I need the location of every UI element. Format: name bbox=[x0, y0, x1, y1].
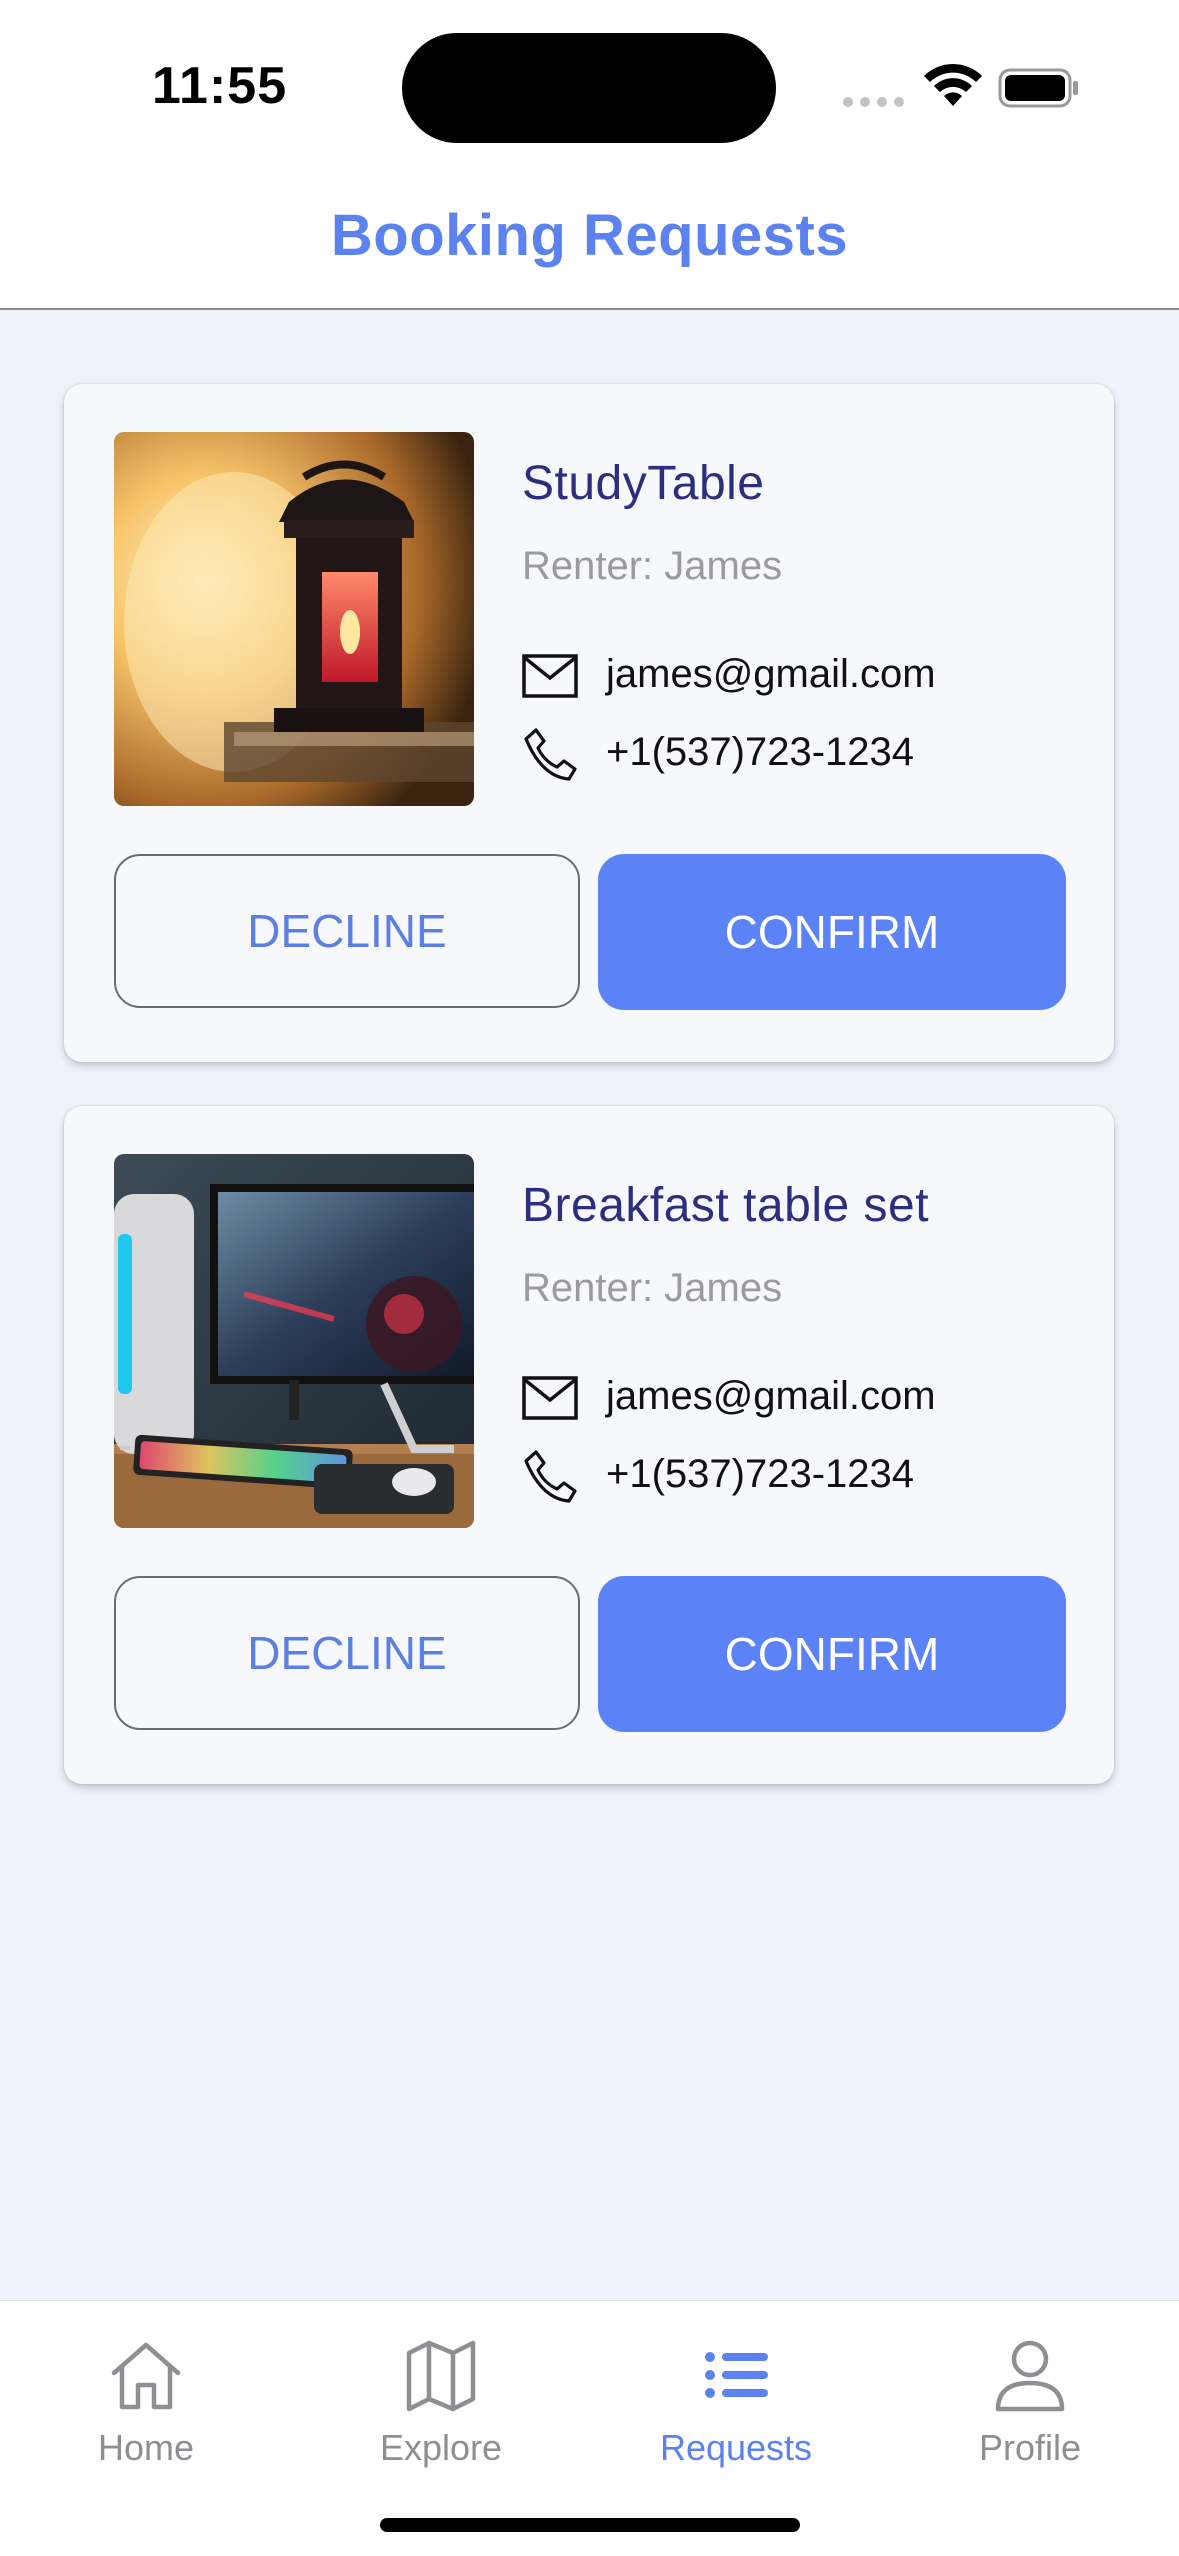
item-name: StudyTable bbox=[522, 457, 765, 510]
page-header: Booking Requests bbox=[0, 170, 1179, 310]
renter-phone[interactable]: +1(537)723-1234 bbox=[606, 1452, 914, 1497]
map-icon bbox=[406, 2340, 476, 2412]
status-bar: 11:55 bbox=[0, 0, 1179, 170]
tab-requests-label: Requests bbox=[659, 2427, 813, 2468]
battery-icon bbox=[998, 68, 1078, 108]
status-time: 11:55 bbox=[152, 57, 288, 115]
booking-request-card: StudyTable Renter: James james@gmail.com… bbox=[64, 384, 1114, 1062]
tab-profile[interactable]: Profile bbox=[930, 2335, 1130, 2485]
renter-email[interactable]: james@gmail.com bbox=[606, 1374, 936, 1419]
page-title: Booking Requests bbox=[330, 203, 849, 268]
list-icon bbox=[705, 2352, 768, 2398]
renter-name: Renter: James bbox=[522, 544, 783, 588]
item-photo-lantern bbox=[114, 432, 474, 806]
dynamic-island bbox=[402, 33, 776, 143]
item-name: Breakfast table set bbox=[522, 1179, 930, 1232]
confirm-button[interactable]: CONFIRM bbox=[598, 854, 1066, 1010]
mail-icon bbox=[522, 654, 578, 698]
person-icon bbox=[995, 2340, 1065, 2412]
item-photo-computer-desk bbox=[114, 1154, 474, 1528]
booking-request-card: Breakfast table set Renter: James james@… bbox=[64, 1106, 1114, 1784]
renter-phone[interactable]: +1(537)723-1234 bbox=[606, 730, 914, 775]
tab-home[interactable]: Home bbox=[46, 2335, 246, 2485]
screen: 11:55 Booking Requests StudyTable Renter… bbox=[0, 0, 1179, 2556]
tab-requests[interactable]: Requests bbox=[636, 2335, 836, 2485]
wifi-icon bbox=[924, 63, 982, 106]
home-indicator bbox=[380, 2518, 800, 2532]
decline-button[interactable]: DECLINE bbox=[114, 1576, 580, 1730]
renter-name: Renter: James bbox=[522, 1266, 783, 1310]
mail-icon bbox=[522, 1376, 578, 1420]
tab-explore-label: Explore bbox=[379, 2427, 503, 2468]
renter-email[interactable]: james@gmail.com bbox=[606, 652, 936, 697]
confirm-button[interactable]: CONFIRM bbox=[598, 1576, 1066, 1732]
cellular-signal-icon bbox=[843, 94, 907, 108]
decline-button[interactable]: DECLINE bbox=[114, 854, 580, 1008]
phone-icon bbox=[524, 728, 577, 781]
tab-home-label: Home bbox=[97, 2427, 195, 2468]
home-icon bbox=[111, 2342, 181, 2410]
tab-explore[interactable]: Explore bbox=[341, 2335, 541, 2485]
phone-icon bbox=[524, 1450, 577, 1503]
tab-profile-label: Profile bbox=[978, 2427, 1082, 2468]
